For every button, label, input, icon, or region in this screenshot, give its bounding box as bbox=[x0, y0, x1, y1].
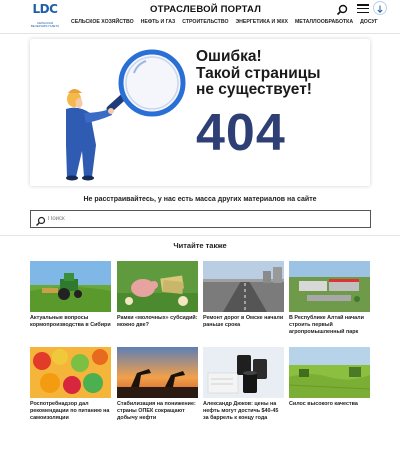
article-card[interactable]: В Республике Алтай начали строить первый… bbox=[289, 261, 370, 336]
article-image-oil-barrels[interactable] bbox=[203, 347, 284, 398]
site-header: LDC СЕЛЬСКАЯ ВЕЧЕРНЯЯ ГАЗЕТА ОТРАСЛЕВОЙ … bbox=[0, 0, 400, 34]
menu-icon[interactable] bbox=[357, 4, 369, 14]
article-image-road[interactable] bbox=[203, 261, 284, 312]
article-card[interactable]: Александр Дюков: цены на нефть могут дос… bbox=[203, 347, 284, 422]
article-card[interactable]: Роспотребнадзор дал рекомендации по пита… bbox=[30, 347, 111, 422]
error-code: 404 bbox=[196, 104, 286, 162]
article-card[interactable]: Силос высокого качества bbox=[289, 347, 370, 408]
article-card[interactable]: Стабилизация на понижение: страны ОПЕК с… bbox=[117, 347, 198, 422]
nav-item-oil-gas[interactable]: НЕФТЬ И ГАЗ bbox=[141, 19, 176, 25]
nav-item-leisure[interactable]: ДОСУГ bbox=[360, 19, 378, 25]
article-card[interactable]: Ремонт дорог в Омске начали раньше срока bbox=[203, 261, 284, 329]
search-icon bbox=[35, 214, 46, 226]
nav-item-agriculture[interactable]: СЕЛЬСКОЕ ХОЗЯЙСТВО bbox=[71, 19, 134, 25]
nav-item-construction[interactable]: СТРОИТЕЛЬСТВО bbox=[182, 19, 228, 25]
article-image-vegetables[interactable] bbox=[30, 347, 111, 398]
portal-title[interactable]: ОТРАСЛЕВОЙ ПОРТАЛ bbox=[150, 4, 261, 15]
magnifier-man-illustration bbox=[52, 47, 212, 182]
error-card: Ошибка! Такой страницы не существует! 40… bbox=[30, 39, 370, 186]
article-title[interactable]: Стабилизация на понижение: страны ОПЕК с… bbox=[117, 401, 198, 422]
article-card[interactable]: Актуальные вопросы кормопроизводства в С… bbox=[30, 261, 111, 329]
divider bbox=[0, 235, 400, 236]
article-title[interactable]: Рамки «молочных» субсидий: можно две? bbox=[117, 315, 198, 329]
read-also-heading: Читайте также bbox=[173, 241, 227, 250]
search-field[interactable] bbox=[30, 210, 371, 228]
article-title[interactable]: Силос высокого качества bbox=[289, 401, 370, 408]
logo-subtitle: СЕЛЬСКАЯ ВЕЧЕРНЯЯ ГАЗЕТА bbox=[30, 21, 60, 28]
main-nav: СЕЛЬСКОЕ ХОЗЯЙСТВО НЕФТЬ И ГАЗ СТРОИТЕЛЬ… bbox=[71, 19, 378, 25]
article-image-money-pig[interactable] bbox=[117, 261, 198, 312]
hint-text: Не расстраивайтесь, у нас есть масса дру… bbox=[83, 196, 317, 203]
article-card[interactable]: Рамки «молочных» субсидий: можно две? bbox=[117, 261, 198, 329]
nav-item-energy[interactable]: ЭНЕРГЕТИКА И ЖКХ bbox=[235, 19, 288, 25]
search-icon[interactable] bbox=[336, 3, 348, 16]
logo[interactable]: LDC СЕЛЬСКАЯ ВЕЧЕРНЯЯ ГАЗЕТА bbox=[30, 2, 60, 30]
article-title[interactable]: Роспотребнадзор дал рекомендации по пита… bbox=[30, 401, 111, 422]
article-title[interactable]: Александр Дюков: цены на нефть могут дос… bbox=[203, 401, 284, 422]
article-image-silage-field[interactable] bbox=[289, 347, 370, 398]
search-input[interactable] bbox=[48, 213, 358, 225]
article-title[interactable]: В Республике Алтай начали строить первый… bbox=[289, 315, 370, 336]
arrow-down-icon[interactable] bbox=[373, 1, 387, 15]
article-image-oil-pumps-sunset[interactable] bbox=[117, 347, 198, 398]
article-image-tractor[interactable] bbox=[30, 261, 111, 312]
logo-text: LDC bbox=[32, 2, 58, 16]
article-image-industrial-park[interactable] bbox=[289, 261, 370, 312]
error-title: Ошибка! Такой страницы не существует! bbox=[196, 48, 321, 98]
nav-item-metalworking[interactable]: МЕТАЛЛООБРАБОТКА bbox=[295, 19, 353, 25]
article-title[interactable]: Актуальные вопросы кормопроизводства в С… bbox=[30, 315, 111, 329]
article-title[interactable]: Ремонт дорог в Омске начали раньше срока bbox=[203, 315, 284, 329]
